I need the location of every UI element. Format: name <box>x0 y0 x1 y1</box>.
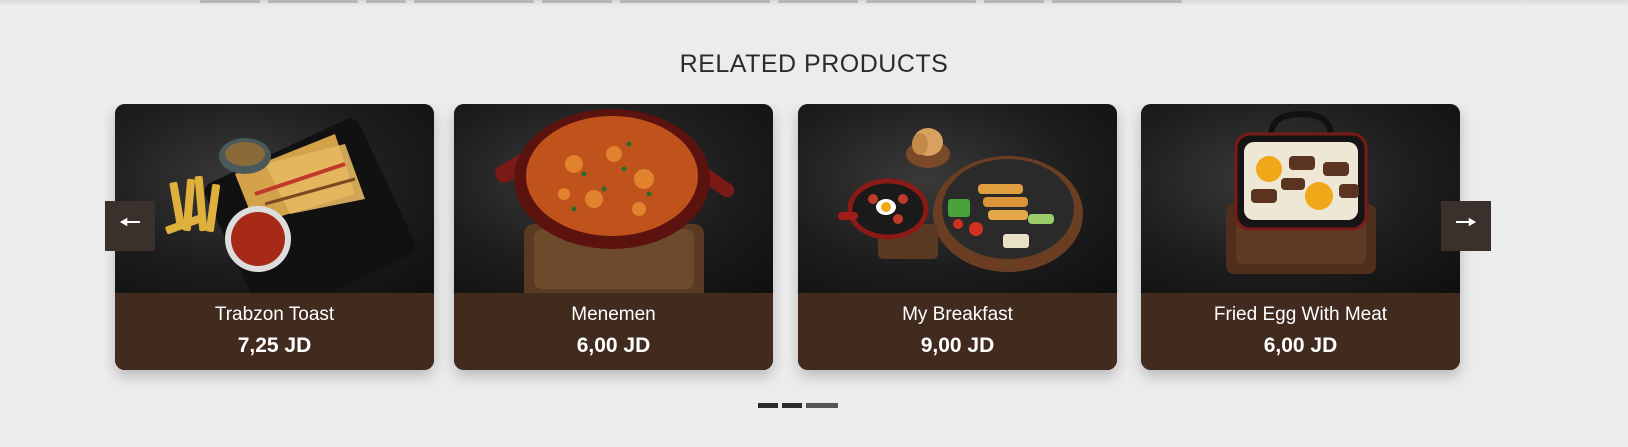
fried-egg-with-meat-illustration <box>1226 110 1376 274</box>
product-price: 9,00 JD <box>920 334 995 357</box>
cropped-description-text <box>200 0 1400 3</box>
product-price: 7,25 JD <box>237 334 312 357</box>
product-info: My Breakfast 9,00 JD <box>798 293 1117 370</box>
product-image[interactable] <box>454 104 773 293</box>
carousel-pagination <box>758 403 838 408</box>
my-breakfast-illustration <box>838 128 1083 272</box>
section-title: RELATED PRODUCTS <box>679 50 949 78</box>
product-image[interactable] <box>798 104 1117 293</box>
carousel-prev-button[interactable]: 🠔 <box>105 201 155 251</box>
product-name[interactable]: Menemen <box>454 303 773 327</box>
product-image[interactable] <box>115 104 434 293</box>
pagination-dot[interactable] <box>782 403 802 408</box>
arrow-left-icon: 🠔 <box>118 207 142 237</box>
product-name[interactable]: Fried Egg With Meat <box>1141 303 1460 327</box>
product-info: Menemen 6,00 JD <box>454 293 773 370</box>
pagination-dot[interactable] <box>758 403 778 408</box>
carousel-next-button[interactable]: 🠖 <box>1441 201 1491 251</box>
product-image[interactable] <box>1141 104 1460 293</box>
product-card[interactable]: Trabzon Toast 7,25 JD <box>115 104 434 370</box>
product-name[interactable]: Trabzon Toast <box>115 303 434 327</box>
product-info: Trabzon Toast 7,25 JD <box>115 293 434 370</box>
product-card[interactable]: My Breakfast 9,00 JD <box>798 104 1117 370</box>
product-price: 6,00 JD <box>576 334 651 357</box>
pagination-dot-active[interactable] <box>806 403 838 408</box>
product-card[interactable]: Menemen 6,00 JD <box>454 104 773 370</box>
arrow-right-icon: 🠖 <box>1454 207 1478 237</box>
product-info: Fried Egg With Meat 6,00 JD <box>1141 293 1460 370</box>
menemen-illustration <box>495 109 735 293</box>
trabzon-toast-illustration <box>165 118 416 293</box>
related-products-carousel: Trabzon Toast 7,25 JD Menemen 6,00 JD My… <box>104 104 1494 396</box>
product-card[interactable]: Fried Egg With Meat 6,00 JD <box>1141 104 1460 370</box>
product-name[interactable]: My Breakfast <box>798 303 1117 327</box>
product-price: 6,00 JD <box>1263 334 1338 357</box>
